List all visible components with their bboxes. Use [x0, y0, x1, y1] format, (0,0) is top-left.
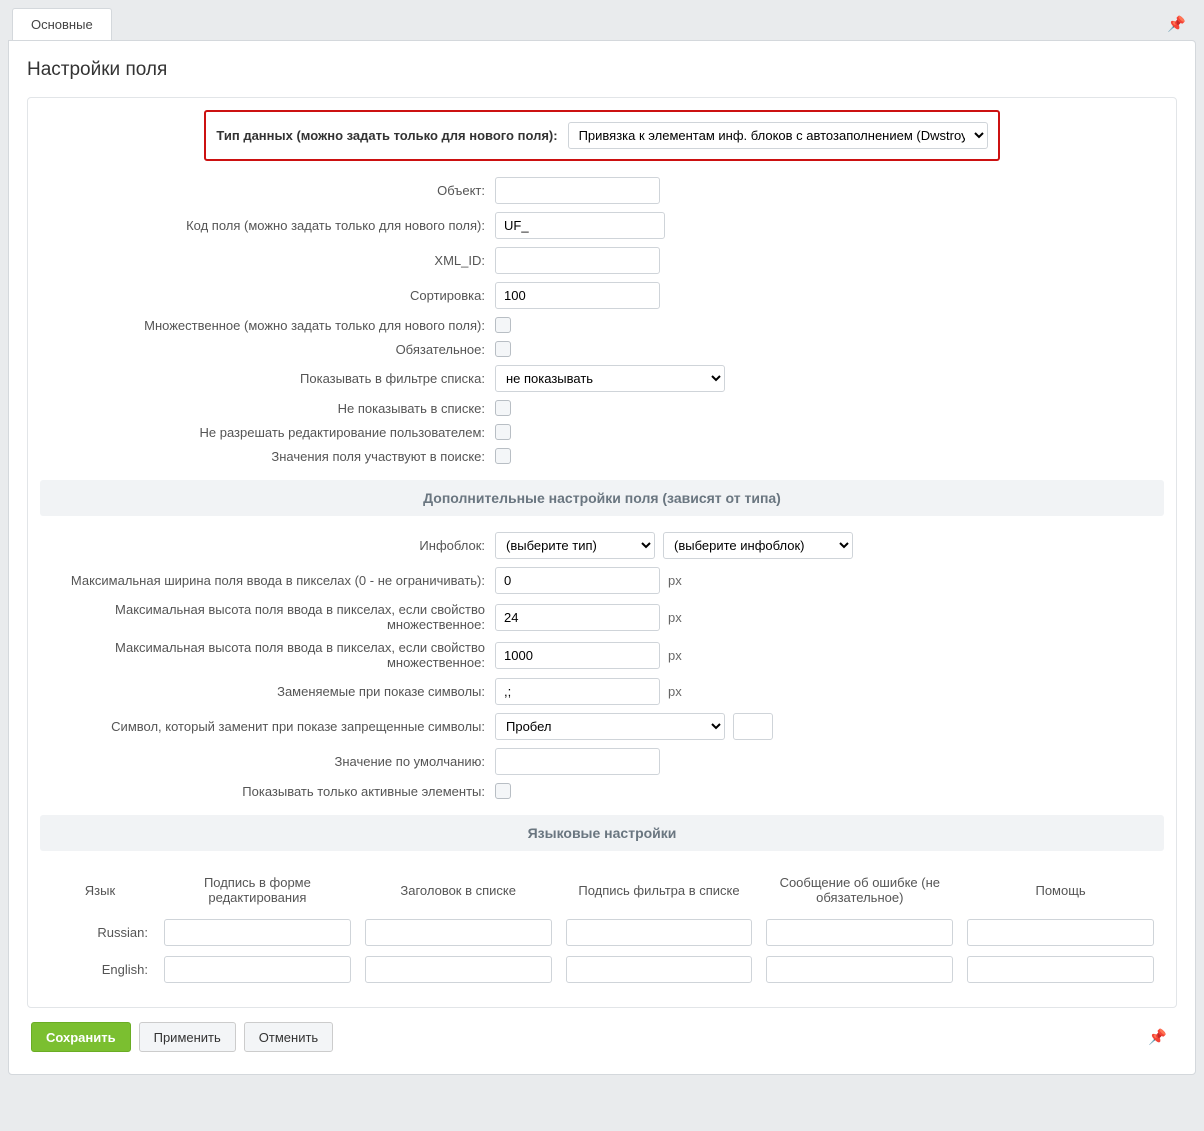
iblock-type-select[interactable]: (выберите тип): [495, 532, 655, 559]
lang-th-list: Заголовок в списке: [365, 879, 552, 902]
active-only-checkbox[interactable]: [495, 783, 511, 799]
lang-en-help[interactable]: [967, 956, 1154, 983]
unit-px: px: [668, 573, 682, 588]
apply-button[interactable]: Применить: [139, 1022, 236, 1052]
default-label: Значение по умолчанию:: [40, 754, 485, 769]
lang-ru-list[interactable]: [365, 919, 552, 946]
max-height1-label: Максимальная высота поля ввода в пиксела…: [40, 602, 485, 632]
no-edit-label: Не разрешать редактирование пользователе…: [40, 425, 485, 440]
lang-ru-caption[interactable]: [164, 919, 351, 946]
lang-en-caption[interactable]: [164, 956, 351, 983]
lang-th-help: Помощь: [967, 879, 1154, 902]
pin-footer-icon[interactable]: 📌: [1142, 1022, 1173, 1052]
form-box: Тип данных (можно задать только для ново…: [27, 97, 1177, 1008]
sort-input[interactable]: [495, 282, 660, 309]
lang-en-error[interactable]: [766, 956, 953, 983]
replace-chars-input[interactable]: [495, 678, 660, 705]
field-code-label: Код поля (можно задать только для нового…: [40, 218, 485, 233]
lang-table: Язык Подпись в форме редактирования Заго…: [40, 863, 1164, 989]
no-edit-checkbox[interactable]: [495, 424, 511, 440]
multiple-label: Множественное (можно задать только для н…: [40, 318, 485, 333]
max-height1-input[interactable]: [495, 604, 660, 631]
active-only-label: Показывать только активные элементы:: [40, 784, 485, 799]
default-input[interactable]: [495, 748, 660, 775]
searchable-label: Значения поля участвуют в поиске:: [40, 449, 485, 464]
lang-ru-error[interactable]: [766, 919, 953, 946]
replacement-extra-input[interactable]: [733, 713, 773, 740]
field-code-input[interactable]: [495, 212, 665, 239]
searchable-checkbox[interactable]: [495, 448, 511, 464]
data-type-row: Тип данных (можно задать только для ново…: [204, 110, 999, 161]
tab-main[interactable]: Основные: [12, 8, 112, 40]
unit-px: px: [668, 648, 682, 663]
lang-ru-help[interactable]: [967, 919, 1154, 946]
multiple-checkbox[interactable]: [495, 317, 511, 333]
max-width-label: Максимальная ширина поля ввода в пиксела…: [40, 573, 485, 588]
sort-label: Сортировка:: [40, 288, 485, 303]
lang-row-russian-label: Russian:: [50, 925, 150, 940]
lang-en-filter[interactable]: [566, 956, 753, 983]
lang-th-filter: Подпись фильтра в списке: [566, 879, 753, 902]
show-filter-label: Показывать в фильтре списка:: [40, 371, 485, 386]
hide-in-list-label: Не показывать в списке:: [40, 401, 485, 416]
object-label: Объект:: [40, 183, 485, 198]
lang-row-english-label: English:: [50, 962, 150, 977]
replacement-label: Символ, который заменит при показе запре…: [40, 719, 485, 734]
lang-th-lang: Язык: [50, 879, 150, 902]
lang-section-header: Языковые настройки: [40, 815, 1164, 851]
lang-th-caption: Подпись в форме редактирования: [164, 871, 351, 909]
data-type-select[interactable]: Привязка к элементам инф. блоков с автоз…: [568, 122, 988, 149]
lang-th-error: Сообщение об ошибке (не обязательное): [766, 871, 953, 909]
iblock-label: Инфоблок:: [40, 538, 485, 553]
replacement-select[interactable]: Пробел: [495, 713, 725, 740]
xmlid-input[interactable]: [495, 247, 660, 274]
xmlid-label: XML_ID:: [40, 253, 485, 268]
iblock-select[interactable]: (выберите инфоблок): [663, 532, 853, 559]
pin-icon[interactable]: 📌: [1161, 9, 1192, 39]
max-height2-label: Максимальная высота поля ввода в пиксела…: [40, 640, 485, 670]
page-title: Настройки поля: [27, 59, 1177, 81]
max-height2-input[interactable]: [495, 642, 660, 669]
object-input[interactable]: [495, 177, 660, 204]
hide-in-list-checkbox[interactable]: [495, 400, 511, 416]
mandatory-label: Обязательное:: [40, 342, 485, 357]
cancel-button[interactable]: Отменить: [244, 1022, 333, 1052]
lang-ru-filter[interactable]: [566, 919, 753, 946]
main-panel: Настройки поля Тип данных (можно задать …: [8, 40, 1196, 1075]
show-filter-select[interactable]: не показывать: [495, 365, 725, 392]
unit-px: px: [668, 610, 682, 625]
data-type-label: Тип данных (можно задать только для ново…: [216, 128, 557, 143]
save-button[interactable]: Сохранить: [31, 1022, 131, 1052]
max-width-input[interactable]: [495, 567, 660, 594]
lang-en-list[interactable]: [365, 956, 552, 983]
additional-section-header: Дополнительные настройки поля (зависят о…: [40, 480, 1164, 516]
replace-chars-label: Заменяемые при показе символы:: [40, 684, 485, 699]
mandatory-checkbox[interactable]: [495, 341, 511, 357]
unit-px: px: [668, 684, 682, 699]
